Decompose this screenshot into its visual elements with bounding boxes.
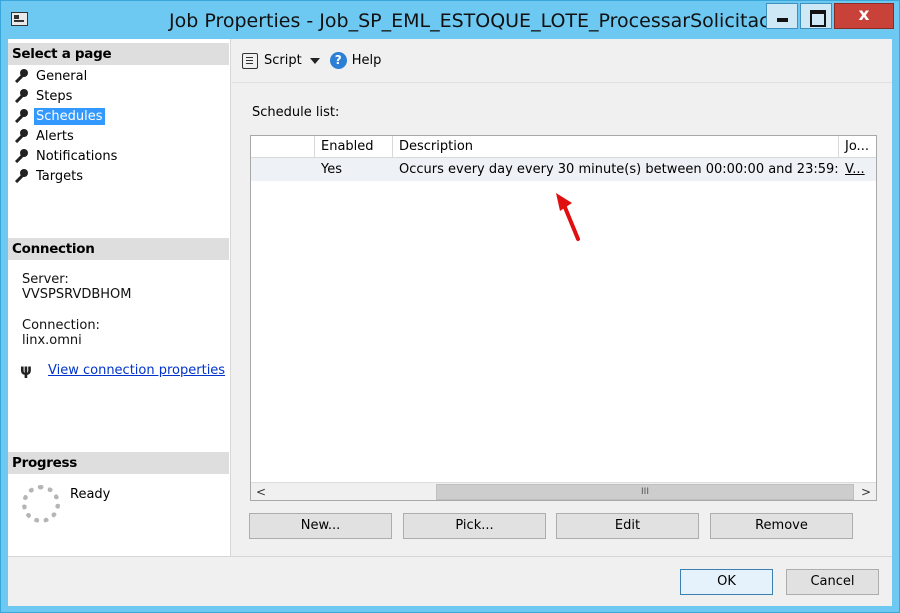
new-button[interactable]: New... (249, 513, 392, 539)
column-header-enabled[interactable]: Enabled (314, 136, 392, 158)
table-row[interactable]: Yes Occurs every day every 30 minute(s) … (251, 158, 876, 181)
wrench-icon (14, 89, 28, 103)
sidebar-item-general[interactable]: General (14, 66, 119, 86)
column-header-jobs[interactable]: Jo... (838, 136, 876, 158)
connection-plug-icon (20, 361, 38, 379)
server-label: Server: (22, 272, 69, 287)
sidebar-item-steps[interactable]: Steps (14, 86, 119, 106)
help-icon[interactable]: ? (329, 52, 347, 69)
wrench-icon (14, 169, 28, 183)
connection-value: linx.omni (22, 333, 82, 348)
sidebar-item-alerts[interactable]: Alerts (14, 126, 119, 146)
connection-heading: Connection (8, 238, 229, 260)
toolbar: Script ? Help (232, 39, 892, 83)
annotation-arrow-icon (556, 193, 580, 241)
cell-enabled: Yes (321, 162, 342, 177)
server-value: VVSPSRVDBHOM (22, 287, 132, 302)
ok-button[interactable]: OK (680, 569, 773, 595)
job-properties-window: Job Properties - Job_SP_EML_ESTOQUE_LOTE… (0, 0, 900, 613)
view-connection-row: View connection properties (20, 361, 225, 379)
wrench-icon (14, 69, 28, 83)
dialog-footer: OK Cancel (8, 556, 892, 606)
view-connection-properties-link[interactable]: View connection properties (48, 363, 225, 378)
title-bar[interactable]: Job Properties - Job_SP_EML_ESTOQUE_LOTE… (1, 1, 899, 39)
column-header-description[interactable]: Description (392, 136, 838, 158)
cancel-button[interactable]: Cancel (786, 569, 879, 595)
horizontal-scrollbar[interactable]: < III > (251, 482, 876, 500)
main-panel: Script ? Help Schedule list: Enabled Des… (232, 39, 892, 556)
sidebar-item-targets[interactable]: Targets (14, 166, 119, 186)
grid-header-rowselector (251, 136, 314, 158)
select-page-heading: Select a page (8, 43, 229, 65)
schedule-list-label: Schedule list: (252, 105, 340, 120)
edit-button[interactable]: Edit (556, 513, 699, 539)
sidebar-item-label: Notifications (36, 148, 118, 164)
progress-heading: Progress (8, 452, 229, 474)
connection-label: Connection: (22, 318, 100, 333)
maximize-button[interactable] (800, 3, 832, 29)
progress-status-row: Ready (22, 485, 110, 523)
close-button[interactable]: x (834, 3, 894, 29)
script-dropdown-arrow-icon[interactable] (309, 57, 320, 64)
pick-button[interactable]: Pick... (403, 513, 546, 539)
sidebar: Select a page General Steps Schedules Al… (8, 39, 231, 556)
connection-info: Connection: linx.omni (22, 318, 100, 348)
script-button[interactable]: Script (264, 53, 302, 68)
page-list: General Steps Schedules Alerts Notificat… (14, 66, 119, 186)
sidebar-item-label: General (36, 68, 88, 84)
server-info: Server: VVSPSRVDBHOM (22, 272, 132, 302)
schedule-grid[interactable]: Enabled Description Jo... Yes Occurs eve… (250, 135, 877, 501)
cell-jobs-link[interactable]: V... (839, 158, 876, 181)
sidebar-item-label: Targets (36, 168, 83, 184)
scroll-left-button[interactable]: < (251, 483, 271, 500)
sidebar-item-notifications[interactable]: Notifications (14, 146, 119, 166)
window-title: Job Properties - Job_SP_EML_ESTOQUE_LOTE… (169, 10, 793, 32)
window-icon[interactable] (11, 12, 28, 26)
minimize-button[interactable] (766, 3, 798, 29)
sidebar-item-schedules[interactable]: Schedules (14, 106, 119, 126)
help-button[interactable]: Help (352, 53, 382, 68)
sidebar-item-label: Steps (36, 88, 73, 104)
wrench-icon (14, 129, 28, 143)
progress-spinner-icon (22, 485, 60, 523)
wrench-icon (14, 149, 28, 163)
grid-header: Enabled Description Jo... (251, 136, 876, 158)
scroll-right-button[interactable]: > (856, 483, 876, 500)
scroll-thumb[interactable]: III (436, 484, 854, 500)
sidebar-item-label: Alerts (36, 128, 74, 144)
progress-status: Ready (70, 487, 111, 502)
script-icon[interactable] (242, 52, 258, 69)
remove-button[interactable]: Remove (710, 513, 853, 539)
sidebar-item-label: Schedules (34, 107, 105, 125)
dialog-client-area: Select a page General Steps Schedules Al… (8, 39, 892, 606)
wrench-icon (14, 109, 28, 123)
cell-description: Occurs every day every 30 minute(s) betw… (399, 162, 838, 177)
